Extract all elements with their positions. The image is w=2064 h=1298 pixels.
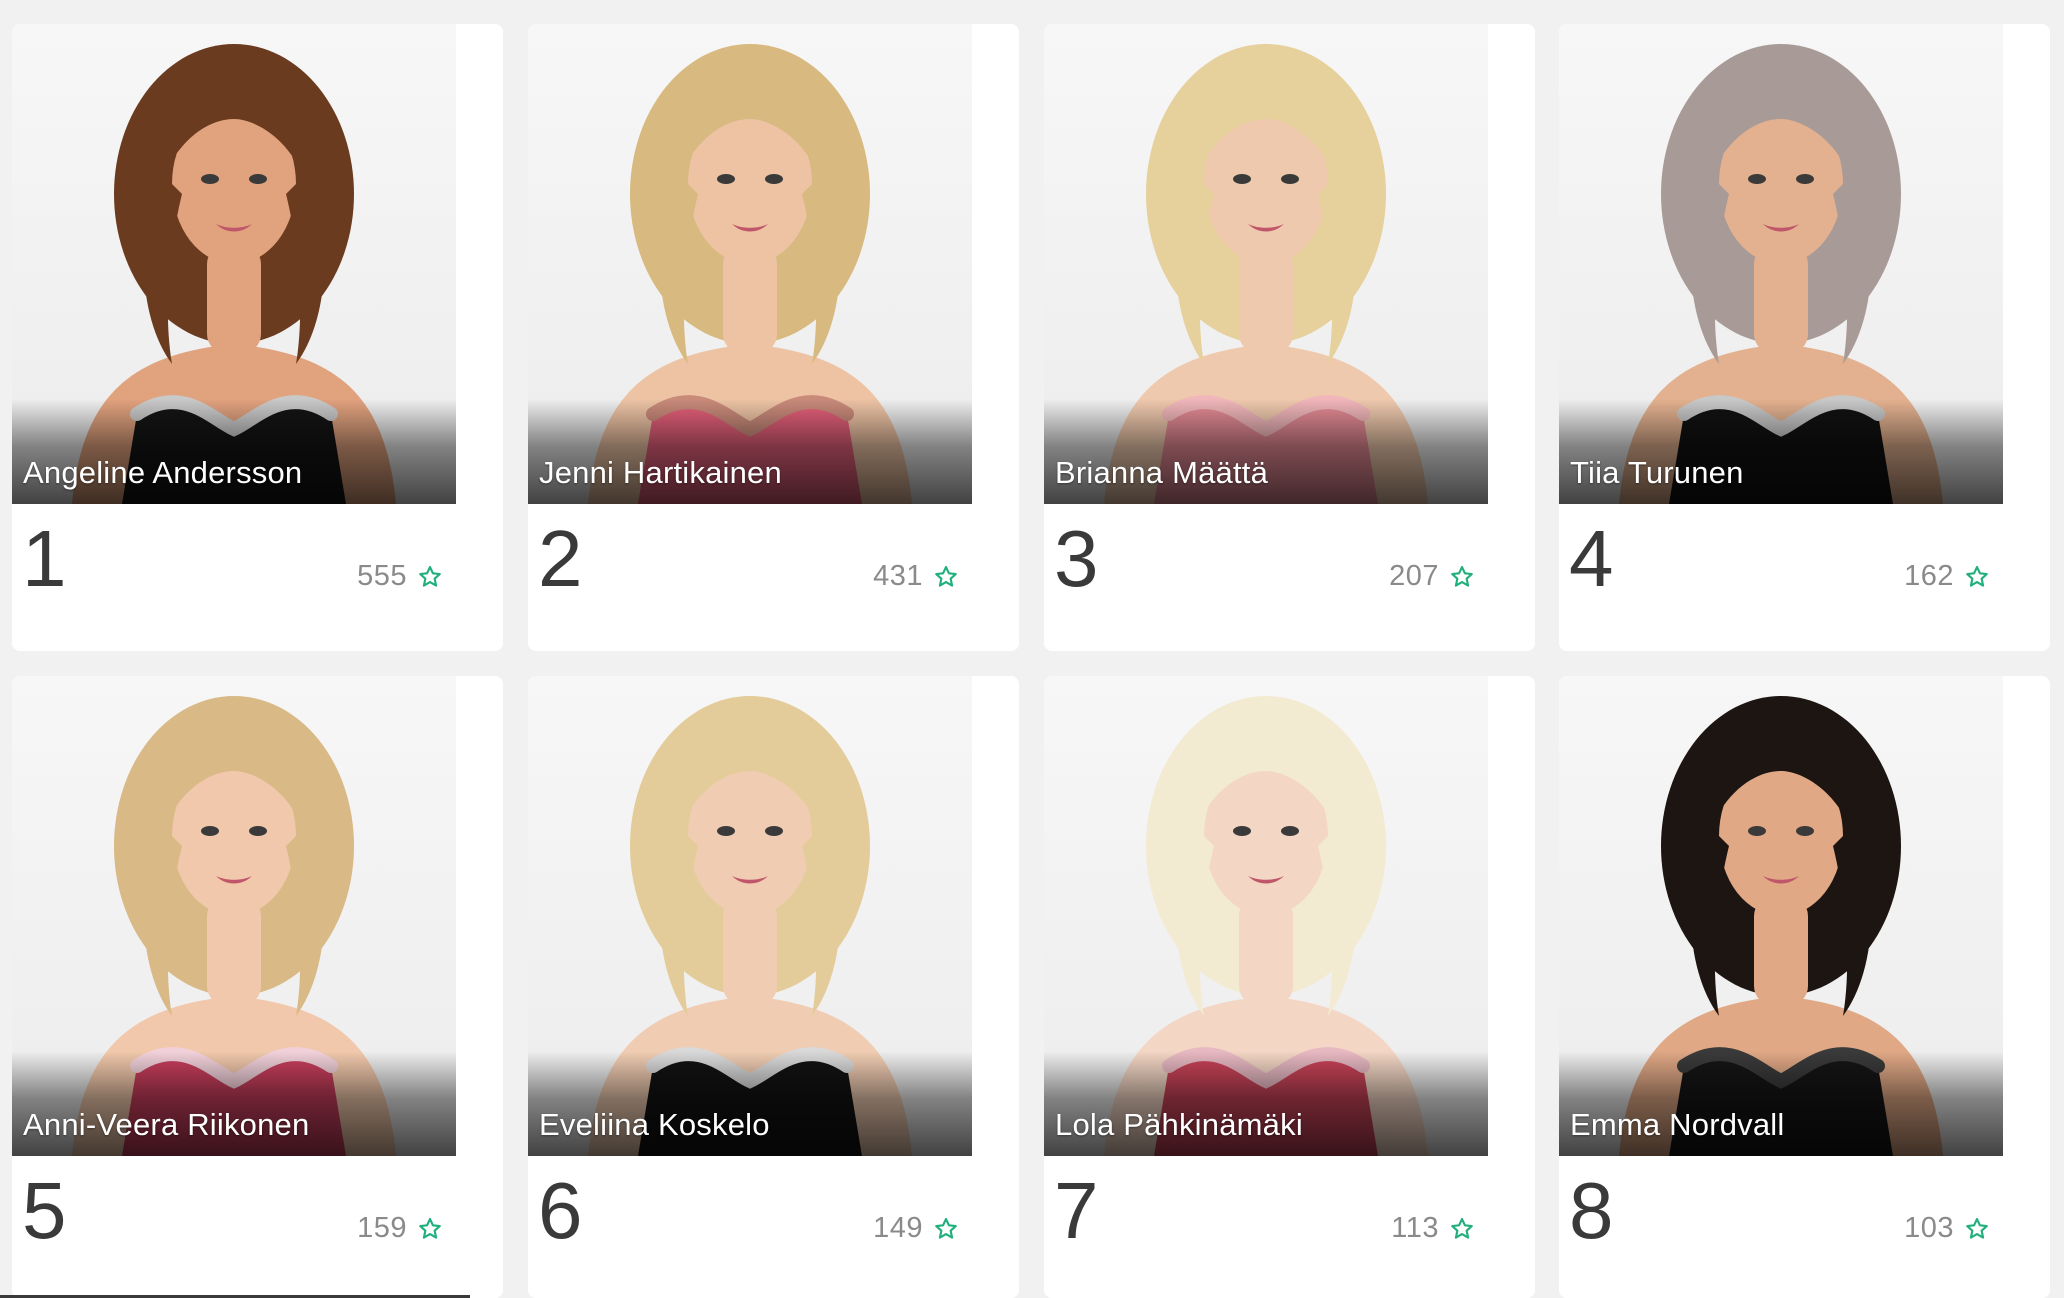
contestant-name: Eveliina Koskelo [539, 1107, 770, 1142]
star-icon[interactable] [1449, 564, 1475, 590]
contestant-rank: 5 [22, 1166, 67, 1255]
contestant-card[interactable]: Brianna Määttä 3 207 [1044, 24, 1535, 651]
contestant-photo[interactable]: Jenni Hartikainen [528, 24, 972, 504]
contestant-photo[interactable]: Lola Pähkinämäki [1044, 676, 1488, 1156]
contestant-card[interactable]: Tiia Turunen 4 162 [1559, 24, 2050, 651]
contestant-photo[interactable]: Eveliina Koskelo [528, 676, 972, 1156]
contestant-name: Brianna Määttä [1055, 455, 1269, 490]
contestant-card[interactable]: Emma Nordvall 8 103 [1559, 676, 2050, 1298]
vote-control[interactable]: 162 [1904, 560, 1990, 593]
contestant-rank: 4 [1569, 514, 1614, 603]
contestant-card[interactable]: Angeline Andersson 1 555 [12, 24, 503, 651]
vote-count: 431 [873, 560, 923, 592]
contestant-photo[interactable]: Anni-Veera Riikonen [12, 676, 456, 1156]
vote-count: 113 [1391, 1212, 1439, 1244]
contestant-rank: 1 [22, 514, 67, 603]
vote-control[interactable]: 159 [357, 1212, 443, 1245]
contestant-photo[interactable]: Tiia Turunen [1559, 24, 2003, 504]
contestant-name: Tiia Turunen [1570, 455, 1744, 490]
contestant-rank: 8 [1569, 1166, 1614, 1255]
vote-count: 159 [357, 1212, 407, 1244]
contestant-rank: 7 [1054, 1166, 1099, 1255]
star-icon[interactable] [1964, 564, 1990, 590]
contestant-rank: 6 [538, 1166, 583, 1255]
vote-count: 207 [1389, 560, 1439, 592]
contestant-rank: 2 [538, 514, 583, 603]
vote-count: 103 [1904, 1212, 1954, 1244]
contestant-card[interactable]: Anni-Veera Riikonen 5 159 [12, 676, 503, 1298]
contestant-card[interactable]: Jenni Hartikainen 2 431 [528, 24, 1019, 651]
star-icon[interactable] [933, 564, 959, 590]
contestant-rank: 3 [1054, 514, 1099, 603]
contestant-photo[interactable]: Brianna Määttä [1044, 24, 1488, 504]
vote-control[interactable]: 103 [1904, 1212, 1990, 1245]
vote-control[interactable]: 207 [1389, 560, 1475, 593]
contestant-name: Jenni Hartikainen [539, 455, 782, 490]
vote-control[interactable]: 431 [873, 560, 959, 593]
contestant-card[interactable]: Eveliina Koskelo 6 149 [528, 676, 1019, 1298]
contestant-name: Angeline Andersson [23, 455, 303, 490]
contestant-card[interactable]: Lola Pähkinämäki 7 113 [1044, 676, 1535, 1298]
vote-count: 162 [1904, 560, 1954, 592]
contestant-name: Emma Nordvall [1570, 1107, 1785, 1142]
star-icon[interactable] [417, 564, 443, 590]
vote-count: 149 [873, 1212, 923, 1244]
star-icon[interactable] [417, 1216, 443, 1242]
vote-control[interactable]: 555 [357, 560, 443, 593]
star-icon[interactable] [1964, 1216, 1990, 1242]
vote-count: 555 [357, 560, 407, 592]
contestant-name: Lola Pähkinämäki [1055, 1107, 1303, 1142]
contestant-name: Anni-Veera Riikonen [23, 1107, 310, 1142]
star-icon[interactable] [933, 1216, 959, 1242]
vote-control[interactable]: 113 [1391, 1212, 1475, 1245]
contestant-photo[interactable]: Emma Nordvall [1559, 676, 2003, 1156]
vote-control[interactable]: 149 [873, 1212, 959, 1245]
contestant-photo[interactable]: Angeline Andersson [12, 24, 456, 504]
star-icon[interactable] [1449, 1216, 1475, 1242]
contestant-grid: Angeline Andersson 1 555 Jenni Hartikainen 2… [0, 0, 2064, 1298]
